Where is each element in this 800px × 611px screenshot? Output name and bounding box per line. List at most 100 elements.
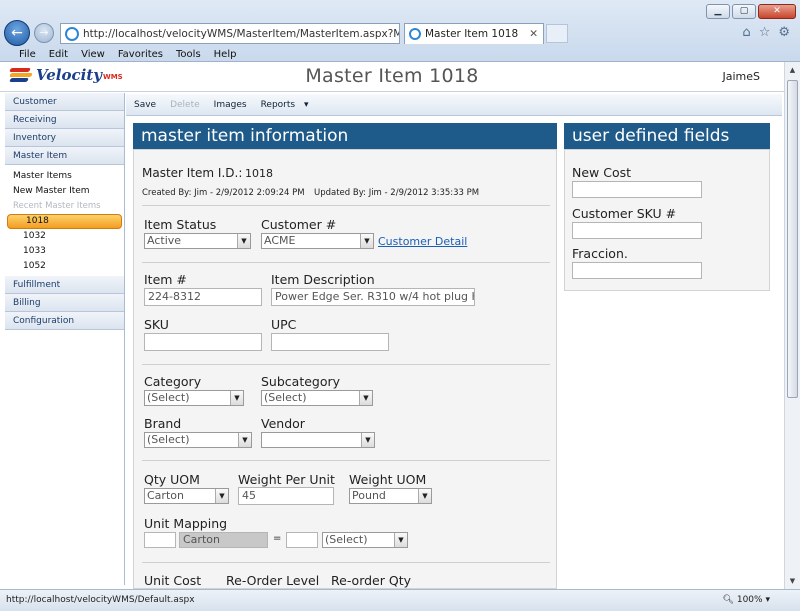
category-label: Category xyxy=(144,374,202,389)
page-title: Master Item 1018 xyxy=(305,65,479,87)
zoom-level: 100% xyxy=(736,595,763,605)
customer-value: ACME xyxy=(264,234,296,247)
qty-uom-label: Qty UOM xyxy=(144,472,200,487)
sidebar-link-new-master-item[interactable]: New Master Item xyxy=(5,184,124,199)
new-cost-label: New Cost xyxy=(572,165,632,180)
sidebar-item-billing[interactable]: Billing xyxy=(5,294,124,312)
fraccion-label: Fraccion. xyxy=(572,246,628,261)
customer-sku-input[interactable] xyxy=(572,222,702,239)
tab-close-icon[interactable]: ✕ xyxy=(529,28,543,40)
item-description-input[interactable]: Power Edge Ser. R310 w/4 hot plug HD xyxy=(271,288,475,306)
qty-uom-value: Carton xyxy=(147,489,184,502)
sidebar-item-receiving[interactable]: Receiving xyxy=(5,111,124,129)
vendor-select[interactable]: ▼ xyxy=(261,432,375,448)
images-button[interactable]: Images xyxy=(214,100,247,110)
sidebar-link-master-items[interactable]: Master Items xyxy=(5,169,124,184)
brand-select[interactable]: (Select) ▼ xyxy=(144,432,252,448)
maximize-button[interactable]: ▢ xyxy=(732,4,756,19)
sidebar-item-configuration[interactable]: Configuration xyxy=(5,312,124,330)
scroll-up-icon[interactable]: ▲ xyxy=(785,62,800,78)
customer-label: Customer # xyxy=(261,217,337,232)
unit-mapping-to-select[interactable]: (Select) ▼ xyxy=(322,532,408,548)
weight-per-unit-input[interactable]: 45 xyxy=(238,487,334,505)
upc-input[interactable] xyxy=(271,333,389,351)
chevron-down-icon: ▼ xyxy=(215,489,228,503)
menu-favorites[interactable]: Favorites xyxy=(118,49,163,60)
user-defined-fields-header: user defined fields xyxy=(564,123,770,149)
new-tab-button[interactable] xyxy=(546,24,568,43)
brand-value: (Select) xyxy=(147,433,190,446)
user-name: JaimeS xyxy=(722,70,760,83)
sidebar-recent-item[interactable]: 1033 xyxy=(5,244,124,259)
menu-view[interactable]: View xyxy=(81,49,105,60)
qty-uom-select[interactable]: Carton ▼ xyxy=(144,488,229,504)
divider xyxy=(142,460,550,461)
vertical-scrollbar[interactable]: ▲ ▼ xyxy=(784,62,800,589)
menu-tools[interactable]: Tools xyxy=(176,49,201,60)
sidebar-item-inventory[interactable]: Inventory xyxy=(5,129,124,147)
unit-mapping-qty-input[interactable] xyxy=(144,532,176,548)
sidebar-recent-item[interactable]: 1052 xyxy=(5,259,124,274)
reports-menu[interactable]: Reports ▾ xyxy=(261,100,309,110)
item-status-value: Active xyxy=(147,234,182,247)
back-button[interactable]: ← xyxy=(4,20,30,46)
forward-button[interactable]: → xyxy=(34,23,54,43)
vendor-label: Vendor xyxy=(261,416,305,431)
zoom-icon: 🔍︎ xyxy=(722,595,734,605)
subcategory-select[interactable]: (Select) ▼ xyxy=(261,390,373,406)
save-button[interactable]: Save xyxy=(134,100,156,110)
divider xyxy=(142,562,550,563)
item-id-value: 1018 xyxy=(245,167,273,180)
created-by-text: Created By: Jim - 2/9/2012 2:09:24 PM xyxy=(142,188,305,198)
sidebar-item-customer[interactable]: Customer xyxy=(5,93,124,111)
scroll-down-icon[interactable]: ▼ xyxy=(785,573,800,589)
category-select[interactable]: (Select) ▼ xyxy=(144,390,244,406)
equals-sign: = xyxy=(273,533,282,544)
weight-uom-select[interactable]: Pound ▼ xyxy=(349,488,432,504)
chevron-down-icon: ▼ xyxy=(418,489,431,503)
brand-label: Brand xyxy=(144,416,182,431)
browser-tab[interactable]: Master Item 1018 ✕ xyxy=(404,23,544,44)
chevron-down-icon: ▼ xyxy=(394,533,407,547)
sidebar-item-fulfillment[interactable]: Fulfillment xyxy=(5,276,124,294)
item-number-input[interactable]: 224-8312 xyxy=(144,288,262,306)
customer-select[interactable]: ACME ▼ xyxy=(261,233,374,249)
menu-file[interactable]: File xyxy=(19,49,36,60)
home-icon[interactable]: ⌂ xyxy=(742,25,750,40)
item-status-label: Item Status xyxy=(144,217,217,232)
scrollbar-thumb[interactable] xyxy=(787,80,798,398)
fraccion-input[interactable] xyxy=(572,262,702,279)
minimize-button[interactable]: ▁ xyxy=(706,4,730,19)
sidebar-recent-item[interactable]: 1018 xyxy=(7,214,122,229)
zoom-control[interactable]: 🔍︎ 100% ▾ xyxy=(723,590,770,610)
address-bar[interactable]: http://localhost/velocityWMS/MasterItem/… xyxy=(60,23,400,44)
sku-input[interactable] xyxy=(144,333,262,351)
chevron-down-icon: ▼ xyxy=(360,234,373,248)
gear-icon[interactable]: ⚙ xyxy=(778,25,790,40)
updated-by-text: Updated By: Jim - 2/9/2012 3:35:33 PM xyxy=(314,188,480,198)
menu-help[interactable]: Help xyxy=(214,49,237,60)
category-value: (Select) xyxy=(147,391,190,404)
sidebar-item-master-item[interactable]: Master Item xyxy=(5,147,124,165)
chevron-down-icon: ▾ xyxy=(765,595,770,605)
address-url: http://localhost/velocityWMS/MasterItem/… xyxy=(83,27,399,40)
upc-label: UPC xyxy=(271,317,297,332)
app-header: Velocity WMS Master Item 1018 JaimeS xyxy=(0,62,784,92)
subcategory-label: Subcategory xyxy=(261,374,341,389)
unit-mapping-to-qty-input[interactable] xyxy=(286,532,318,548)
sidebar-recent-item[interactable]: 1032 xyxy=(5,229,124,244)
divider xyxy=(142,364,550,365)
window-close-button[interactable]: ✕ xyxy=(758,4,796,19)
weight-uom-label: Weight UOM xyxy=(349,472,427,487)
customer-sku-label: Customer SKU # xyxy=(572,206,677,221)
favorites-star-icon[interactable]: ☆ xyxy=(759,25,771,40)
item-status-select[interactable]: Active ▼ xyxy=(144,233,251,249)
menu-edit[interactable]: Edit xyxy=(49,49,68,60)
master-item-info-header: master item information xyxy=(133,123,557,149)
new-cost-input[interactable] xyxy=(572,181,702,198)
tab-title: Master Item 1018 xyxy=(425,28,519,40)
customer-detail-link[interactable]: Customer Detail xyxy=(378,235,467,248)
item-id-label: Master Item I.D.: xyxy=(142,166,243,180)
ie-logo-icon xyxy=(409,28,421,40)
reorder-level-label: Re-Order Level xyxy=(226,573,320,588)
